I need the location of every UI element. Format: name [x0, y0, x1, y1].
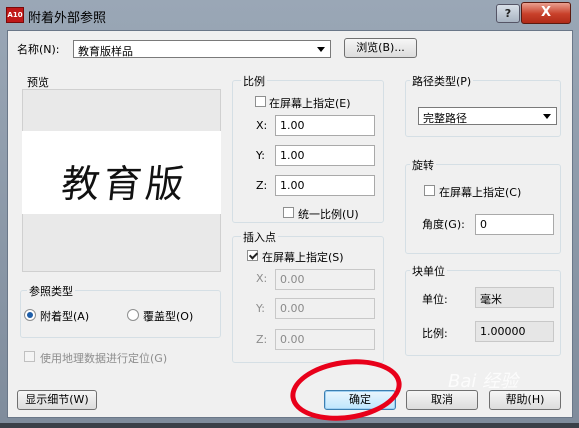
- dialog-client: 名称(N): 教育版样品 浏览(B)... 预览 教育版 参照类型 附着型(A)…: [7, 30, 573, 428]
- name-combo[interactable]: 教育版样品: [73, 40, 331, 58]
- insert-y-input[interactable]: 0.00: [275, 298, 375, 319]
- scale-z-label: Z:: [256, 179, 268, 192]
- insert-specify-label: 在屏幕上指定(S): [262, 251, 344, 264]
- scale-x-input[interactable]: 1.00: [275, 115, 375, 136]
- cancel-button[interactable]: 取消: [406, 390, 478, 410]
- unit-label: 单位:: [422, 293, 448, 306]
- uniform-scale-checkbox[interactable]: [283, 207, 294, 218]
- chevron-down-icon: [317, 47, 325, 52]
- preview-image-text: 教育版: [59, 162, 190, 206]
- scale-y-input[interactable]: 1.00: [275, 145, 375, 166]
- help-title-button[interactable]: ?: [496, 4, 520, 23]
- window-title: 附着外部参照: [28, 11, 107, 26]
- overlay-radio-label: 覆盖型(O): [143, 310, 194, 323]
- dialog-window: A10 附着外部参照 ? X 名称(N): 教育版样品 浏览(B)... 预览 …: [0, 0, 579, 428]
- scale-z-input[interactable]: 1.00: [275, 175, 375, 196]
- angle-input[interactable]: 0: [475, 214, 554, 235]
- scale-legend: 比例: [241, 73, 267, 89]
- scale-specify-label: 在屏幕上指定(E): [269, 97, 351, 110]
- rotation-specify-label: 在屏幕上指定(C): [439, 186, 522, 199]
- insert-specify-checkbox[interactable]: [247, 250, 258, 261]
- browse-button[interactable]: 浏览(B)...: [344, 38, 417, 58]
- unit-value: 毫米: [475, 287, 554, 308]
- insert-z-input[interactable]: 0.00: [275, 329, 375, 350]
- ratio-label: 比例:: [422, 327, 448, 340]
- overlay-radio[interactable]: [127, 309, 139, 321]
- autocad-app-icon: A10: [6, 7, 24, 23]
- insert-legend: 插入点: [241, 229, 278, 245]
- insert-x-input[interactable]: 0.00: [275, 269, 375, 290]
- insert-x-label: X:: [256, 272, 268, 285]
- name-combo-value: 教育版样品: [78, 45, 133, 58]
- scale-y-label: Y:: [256, 149, 265, 162]
- rotation-specify-checkbox[interactable]: [424, 185, 435, 196]
- path-type-combo[interactable]: 完整路径: [418, 107, 557, 125]
- block-unit-group: 块单位: [405, 263, 561, 356]
- rotation-group: 旋转: [405, 157, 561, 254]
- close-button[interactable]: X: [521, 2, 571, 24]
- angle-label: 角度(G):: [422, 218, 465, 231]
- show-details-button[interactable]: 显示细节(W): [17, 390, 97, 410]
- title-bar[interactable]: A10 附着外部参照 ? X: [0, 0, 579, 30]
- uniform-scale-label: 统一比例(U): [298, 208, 359, 221]
- geo-location-label: 使用地理数据进行定位(G): [40, 352, 168, 365]
- block-unit-legend: 块单位: [410, 263, 447, 279]
- geo-location-checkbox[interactable]: [24, 351, 35, 362]
- path-type-value: 完整路径: [423, 112, 467, 125]
- insert-z-label: Z:: [256, 333, 268, 346]
- red-highlight-circle: [286, 352, 406, 428]
- rotation-legend: 旋转: [410, 157, 436, 173]
- watermark-text: Bai 经验: [448, 371, 519, 392]
- chevron-down-icon: [543, 114, 551, 119]
- name-label: 名称(N):: [17, 43, 60, 56]
- insert-y-label: Y:: [256, 302, 265, 315]
- ref-type-legend: 参照类型: [27, 283, 75, 299]
- preview-label: 预览: [27, 76, 49, 89]
- path-type-legend: 路径类型(P): [410, 73, 474, 89]
- preview-image: 教育版: [22, 131, 221, 214]
- ratio-value: 1.00000: [475, 321, 554, 342]
- attach-radio[interactable]: [24, 309, 36, 321]
- scale-x-label: X:: [256, 119, 268, 132]
- help-button[interactable]: 帮助(H): [489, 390, 561, 410]
- attach-radio-label: 附着型(A): [40, 310, 90, 323]
- scale-specify-checkbox[interactable]: [255, 96, 266, 107]
